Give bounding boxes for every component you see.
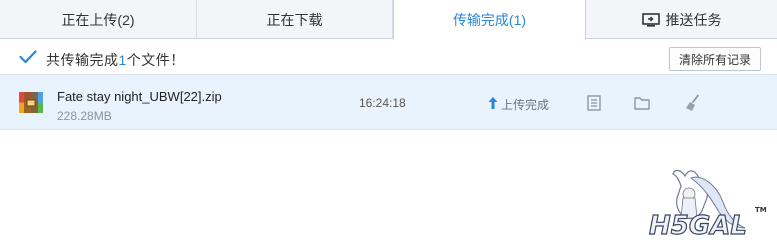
file-name: Fate stay night_UBW[22].zip xyxy=(57,89,222,104)
file-size: 228.28MB xyxy=(57,109,112,123)
up-arrow-icon xyxy=(488,97,498,112)
watermark-tm: TM xyxy=(755,206,767,214)
folder-icon[interactable] xyxy=(633,94,651,112)
clear-all-records-button[interactable]: 清除所有记录 xyxy=(669,47,761,71)
summary-suffix: 个文件！ xyxy=(126,52,185,68)
broom-icon[interactable] xyxy=(684,94,702,112)
file-time: 16:24:18 xyxy=(359,96,406,110)
summary-count: 1 xyxy=(118,52,127,68)
summary-text: 共传输完成1个文件！ xyxy=(46,50,185,70)
summary-prefix: 共传输完成 xyxy=(46,52,119,68)
tab-completed-label: 传输完成(1) xyxy=(452,12,527,28)
tab-completed[interactable]: 传输完成(1) xyxy=(393,0,586,40)
tab-push-tasks[interactable]: 推送任务 xyxy=(586,0,777,39)
upload-status: 上传完成 xyxy=(488,96,549,113)
document-icon[interactable] xyxy=(585,94,603,112)
monitor-push-icon xyxy=(641,12,660,27)
tab-downloading[interactable]: 正在下载 xyxy=(197,0,393,39)
summary-bar: 共传输完成1个文件！ xyxy=(0,40,777,74)
tab-bar: 正在上传(2) 正在下载 传输完成(1) 推送任务 xyxy=(0,0,777,40)
tab-downloading-label: 正在下载 xyxy=(266,11,323,28)
watermark-logo: H5GAL TM xyxy=(647,168,773,242)
check-icon xyxy=(19,50,37,64)
tab-uploading[interactable]: 正在上传(2) xyxy=(0,0,197,39)
tab-push-tasks-label: 推送任务 xyxy=(665,11,722,28)
tab-uploading-label: 正在上传(2) xyxy=(61,11,135,28)
zip-file-icon xyxy=(19,92,43,113)
upload-status-label: 上传完成 xyxy=(501,98,550,112)
watermark-text: H5GAL xyxy=(649,211,747,240)
file-row[interactable]: Fate stay night_UBW[22].zip 228.28MB 16:… xyxy=(0,74,777,130)
